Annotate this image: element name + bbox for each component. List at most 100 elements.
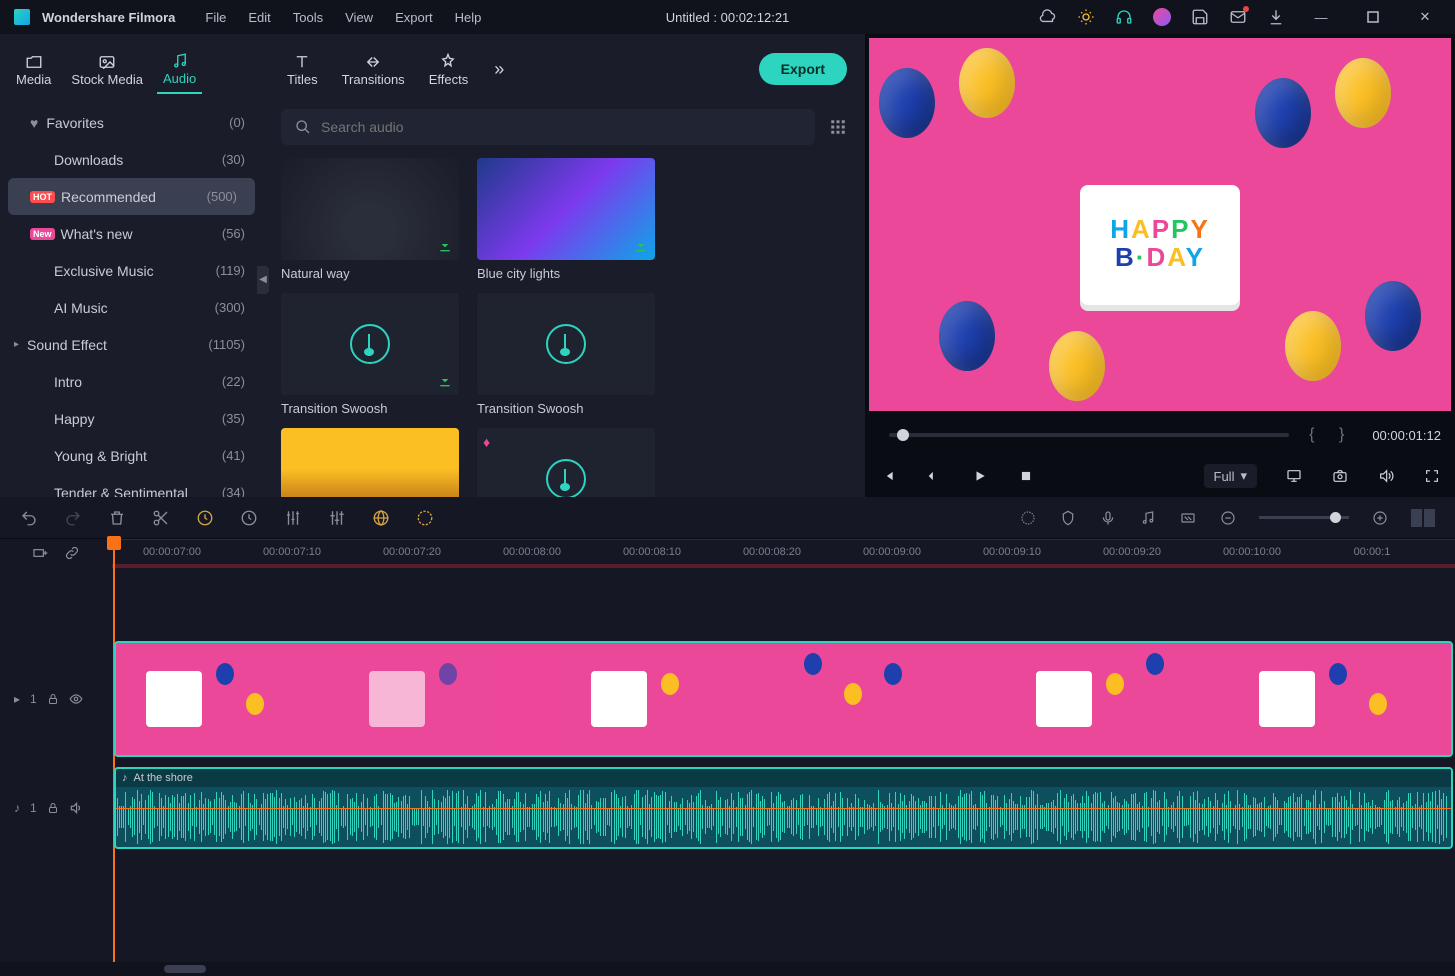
audio-tile[interactable]: Transition Swoosh [477, 293, 655, 416]
search-input[interactable] [321, 119, 801, 135]
cloud-icon[interactable] [1039, 8, 1057, 26]
link-icon[interactable] [63, 545, 81, 561]
video-track-content[interactable] [112, 639, 1455, 759]
sidebar-item[interactable]: NewWhat's new(56) [0, 215, 263, 252]
redo-icon[interactable] [64, 509, 82, 527]
stop-icon[interactable] [1017, 469, 1035, 483]
scrubber[interactable] [889, 433, 1289, 437]
tile-thumb[interactable] [477, 293, 655, 395]
timeline-ruler[interactable]: 00:00:07:0000:00:07:1000:00:07:2000:00:0… [112, 539, 1455, 567]
audio-tile[interactable] [281, 428, 459, 497]
audio-track-content[interactable]: ♪ At the shore [112, 767, 1455, 849]
delete-icon[interactable] [108, 509, 126, 527]
light-icon[interactable] [1077, 8, 1095, 26]
zoom-out-icon[interactable] [1219, 510, 1237, 526]
sidebar-item[interactable]: Tender & Sentimental(34) [0, 474, 263, 497]
tab-transitions[interactable]: Transitions [336, 46, 411, 93]
scrubber-knob[interactable] [897, 429, 909, 441]
timeline-view-icon[interactable] [1411, 509, 1435, 527]
play-icon[interactable] [971, 469, 989, 483]
tile-thumb[interactable] [477, 158, 655, 260]
undo-icon[interactable] [20, 509, 38, 527]
monitor-icon[interactable] [1285, 468, 1303, 484]
tile-thumb[interactable] [281, 428, 459, 497]
sidebar-item[interactable]: AI Music(300) [0, 289, 263, 326]
save-icon[interactable] [1191, 8, 1209, 26]
zoom-slider[interactable] [1259, 516, 1349, 519]
tab-audio[interactable]: Audio [157, 45, 202, 94]
marker-icon[interactable] [1059, 510, 1077, 526]
lock-icon[interactable] [47, 802, 59, 814]
sidebar-item[interactable]: ▸Sound Effect(1105) [0, 326, 263, 363]
render-icon[interactable] [1019, 510, 1037, 526]
tab-stock-media[interactable]: Stock Media [65, 46, 149, 93]
headset-icon[interactable] [1115, 8, 1133, 26]
avatar-icon[interactable] [1153, 8, 1171, 26]
audio-sync-icon[interactable] [1139, 510, 1157, 526]
sidebar-item[interactable]: ♥Favorites(0) [0, 104, 263, 141]
marker-braces-icon[interactable]: { } [1309, 426, 1354, 444]
mute-icon[interactable] [69, 801, 83, 815]
keyframe-icon[interactable] [416, 509, 434, 527]
download-icon[interactable] [1267, 8, 1285, 26]
menu-help[interactable]: Help [455, 10, 482, 25]
menu-tools[interactable]: Tools [293, 10, 323, 25]
audio-categories[interactable]: ♥Favorites(0)Downloads(30)HOTRecommended… [0, 104, 263, 497]
export-button[interactable]: Export [759, 53, 847, 85]
mixer-icon[interactable] [328, 509, 346, 527]
timeline-scrollbar[interactable] [0, 962, 1455, 976]
menu-view[interactable]: View [345, 10, 373, 25]
quality-select[interactable]: Full▾ [1204, 464, 1257, 488]
snapshot-icon[interactable] [1331, 468, 1349, 484]
sidebar-item[interactable]: HOTRecommended(500) [8, 178, 255, 215]
voice-icon[interactable] [1099, 510, 1117, 526]
search-box[interactable] [281, 109, 815, 145]
sidebar-item[interactable]: Happy(35) [0, 400, 263, 437]
window-minimize[interactable]: ― [1305, 8, 1337, 26]
grid-view-icon[interactable] [829, 118, 847, 136]
add-track-icon[interactable] [31, 545, 49, 561]
zoom-knob[interactable] [1330, 512, 1341, 523]
speed-icon[interactable] [196, 509, 214, 527]
audio-clip[interactable]: ♪ At the shore [114, 767, 1453, 849]
audio-tile[interactable]: Natural way [281, 158, 459, 281]
preview-viewport[interactable]: HAPPYB·DAY [869, 38, 1451, 411]
download-icon[interactable] [437, 238, 453, 254]
download-icon[interactable] [633, 238, 649, 254]
tile-thumb[interactable] [281, 293, 459, 395]
tile-thumb[interactable]: ♦ [477, 428, 655, 497]
sidebar-item[interactable]: Young & Bright(41) [0, 437, 263, 474]
tab-media[interactable]: Media [10, 46, 57, 93]
aspect-icon[interactable] [1179, 510, 1197, 526]
menu-export[interactable]: Export [395, 10, 433, 25]
step-back-icon[interactable] [925, 469, 943, 483]
tab-titles[interactable]: Titles [281, 46, 324, 93]
collapse-handle-icon[interactable]: ◀ [257, 266, 269, 294]
split-icon[interactable] [152, 509, 170, 527]
prev-frame-icon[interactable] [879, 469, 897, 483]
crop-icon[interactable] [240, 509, 258, 527]
window-close[interactable]: ✕ [1409, 8, 1441, 26]
fullscreen-icon[interactable] [1423, 468, 1441, 484]
audio-tile[interactable]: ♦ [477, 428, 655, 497]
scrollbar-thumb[interactable] [164, 965, 206, 973]
tab-effects[interactable]: Effects [423, 46, 475, 93]
window-maximize[interactable] [1357, 8, 1389, 26]
download-icon[interactable] [437, 373, 453, 389]
sidebar-item[interactable]: Intro(22) [0, 363, 263, 400]
video-clip[interactable] [114, 641, 1453, 757]
more-tabs-icon[interactable]: » [494, 59, 504, 80]
sidebar-item[interactable]: Exclusive Music(119) [0, 252, 263, 289]
menu-file[interactable]: File [205, 10, 226, 25]
volume-icon[interactable] [1377, 468, 1395, 484]
mail-icon[interactable] [1229, 8, 1247, 26]
visibility-icon[interactable] [69, 692, 83, 706]
zoom-in-icon[interactable] [1371, 510, 1389, 526]
lock-icon[interactable] [47, 693, 59, 705]
sidebar-item[interactable]: Downloads(30) [0, 141, 263, 178]
menu-edit[interactable]: Edit [248, 10, 270, 25]
tile-thumb[interactable] [281, 158, 459, 260]
color-icon[interactable] [372, 509, 390, 527]
audio-tile[interactable]: Transition Swoosh [281, 293, 459, 416]
audio-tile[interactable]: Blue city lights [477, 158, 655, 281]
